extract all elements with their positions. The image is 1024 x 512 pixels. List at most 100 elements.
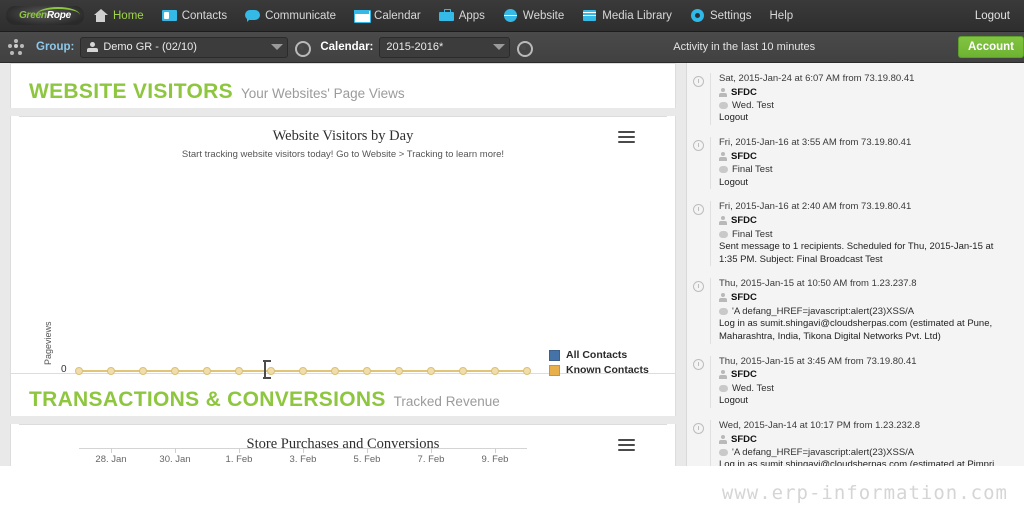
- activity-group-label: Final Test: [732, 164, 773, 176]
- communicate-icon: [245, 8, 261, 23]
- activity-feed-item[interactable]: Thu, 2015-Jan-15 at 10:50 AM from 1.23.2…: [687, 274, 1024, 351]
- legend-item-known-contacts[interactable]: Known Contacts: [549, 364, 649, 376]
- chart-point[interactable]: [395, 367, 403, 375]
- logout-link[interactable]: Logout: [975, 10, 1024, 22]
- activity-timestamp: Thu, 2015-Jan-15 at 10:50 AM from 1.23.2…: [719, 278, 917, 290]
- chart-point[interactable]: [523, 367, 531, 375]
- activity-item-body: Fri, 2015-Jan-16 at 3:55 AM from 73.19.8…: [710, 137, 1014, 190]
- chart-point[interactable]: [75, 367, 83, 375]
- nav-item-media-library[interactable]: Media Library: [573, 0, 681, 32]
- activity-user: SFDC: [719, 150, 1014, 163]
- legend-swatch-known-contacts: [549, 364, 560, 376]
- chart-legend: All Contacts Known Contacts: [549, 349, 649, 379]
- chevron-down-icon: [271, 44, 284, 50]
- nav-label-settings: Settings: [709, 9, 752, 22]
- calendar-select-value: 2015-2016*: [386, 41, 444, 53]
- account-button[interactable]: Account: [958, 36, 1024, 58]
- activity-feed-panel[interactable]: Sat, 2015-Jan-24 at 6:07 AM from 73.19.8…: [686, 63, 1024, 512]
- chart-point[interactable]: [491, 367, 499, 375]
- activity-group-label: Final Test: [732, 228, 773, 240]
- group-label: Group:: [36, 41, 75, 53]
- nav-item-communicate[interactable]: Communicate: [236, 0, 345, 32]
- chart-point[interactable]: [107, 367, 115, 375]
- activity-user-label: SFDC: [731, 215, 757, 227]
- nav-label-apps: Apps: [458, 9, 485, 22]
- website-icon: [503, 8, 518, 23]
- activity-description: Logout: [719, 112, 749, 124]
- chart-point[interactable]: [459, 367, 467, 375]
- calendar-select[interactable]: 2015-2016*: [379, 36, 511, 58]
- activity-description: Logout: [719, 176, 749, 188]
- activity-group-label: Wed. Test: [732, 100, 774, 112]
- section-title: WEBSITE VISITORS: [29, 80, 233, 103]
- chart-point[interactable]: [363, 367, 371, 375]
- activity-feed-item[interactable]: Sat, 2015-Jan-24 at 6:07 AM from 73.19.8…: [687, 69, 1024, 133]
- activity-feed-item[interactable]: Thu, 2015-Jan-15 at 3:45 AM from 73.19.8…: [687, 352, 1024, 416]
- activity-feed-item[interactable]: Fri, 2015-Jan-16 at 2:40 AM from 73.19.8…: [687, 197, 1024, 274]
- watermark: www.erp-information.com: [721, 482, 1008, 504]
- nav-item-contacts[interactable]: Contacts: [153, 0, 236, 32]
- legend-swatch-all-contacts: [549, 349, 560, 361]
- chart-subtitle: Start tracking website visitors today! G…: [181, 149, 505, 160]
- nav-item-home[interactable]: Home: [84, 0, 153, 32]
- activity-description: Logout: [719, 394, 749, 406]
- nav-item-website[interactable]: Website: [494, 0, 573, 32]
- clock-icon: [693, 140, 704, 152]
- activity-group: Wed. Test: [719, 99, 1014, 112]
- chart-menu-icon[interactable]: [618, 131, 635, 146]
- nav-label-communicate: Communicate: [265, 9, 337, 22]
- cloud-icon: [719, 230, 728, 238]
- chart-point[interactable]: [171, 367, 179, 375]
- clock-icon: [693, 281, 704, 293]
- person-icon: [719, 87, 727, 97]
- activity-user: SFDC: [719, 433, 1014, 446]
- calendar-icon: [354, 8, 372, 23]
- section-title: TRANSACTIONS & CONVERSIONS: [29, 388, 386, 411]
- activity-feed-item[interactable]: Fri, 2015-Jan-16 at 3:55 AM from 73.19.8…: [687, 133, 1024, 197]
- person-icon: [719, 152, 727, 162]
- chart-point[interactable]: [203, 367, 211, 375]
- nav-item-settings[interactable]: Settings: [681, 0, 761, 32]
- website-visitors-panel: Website Visitors by Day Start tracking w…: [10, 116, 676, 465]
- chart-title: Website Visitors by Day: [272, 128, 414, 144]
- chart-point[interactable]: [427, 367, 435, 375]
- legend-item-all-contacts[interactable]: All Contacts: [549, 349, 649, 361]
- chart-point[interactable]: [331, 367, 339, 375]
- clock-icon: [693, 358, 704, 370]
- activity-group-label: 'A defang_HREF=javascript:alert(23)XSS/A: [732, 446, 915, 458]
- activity-group: Final Test: [719, 163, 1014, 176]
- home-icon: [93, 8, 108, 23]
- clock-icon: [693, 422, 704, 434]
- section-header-website-visitors: WEBSITE VISITORS Your Websites' Page Vie…: [10, 63, 676, 108]
- group-select-value: Demo GR - (02/10): [103, 41, 197, 53]
- person-icon: [719, 293, 727, 303]
- greenrope-logo[interactable]: GreenRope: [6, 6, 84, 25]
- media-library-icon: [582, 8, 597, 23]
- network-icon: [8, 39, 24, 55]
- nav-item-help[interactable]: Help: [761, 0, 803, 32]
- activity-user-label: SFDC: [731, 86, 757, 98]
- group-settings-gear-icon[interactable]: [294, 40, 312, 57]
- chart2-menu-icon[interactable]: [618, 439, 635, 454]
- chart-point[interactable]: [235, 367, 243, 375]
- chart-point[interactable]: [139, 367, 147, 375]
- nav-item-apps[interactable]: Apps: [430, 0, 494, 32]
- nav-item-calendar[interactable]: Calendar: [345, 0, 430, 32]
- cloud-icon: [719, 102, 728, 110]
- chart2-title: Store Purchases and Conversions: [246, 436, 440, 452]
- activity-user-label: SFDC: [731, 433, 757, 445]
- activity-timestamp: Fri, 2015-Jan-16 at 3:55 AM from 73.19.8…: [719, 137, 912, 149]
- activity-group-label: 'A defang_HREF=javascript:alert(23)XSS/A: [732, 305, 915, 317]
- chart-point[interactable]: [299, 367, 307, 375]
- nav-label-help: Help: [769, 9, 794, 22]
- clock-icon: [693, 204, 704, 216]
- nav-label-home: Home: [113, 9, 144, 22]
- cloud-icon: [719, 307, 728, 315]
- cloud-icon: [719, 384, 728, 392]
- group-select[interactable]: Demo GR - (02/10): [80, 36, 289, 58]
- activity-user-label: SFDC: [731, 151, 757, 163]
- calendar-settings-gear-icon[interactable]: [516, 40, 534, 57]
- activity-user-label: SFDC: [731, 292, 757, 304]
- calendar-label: Calendar:: [320, 41, 374, 53]
- activity-status-text: Activity in the last 10 minutes: [673, 41, 816, 53]
